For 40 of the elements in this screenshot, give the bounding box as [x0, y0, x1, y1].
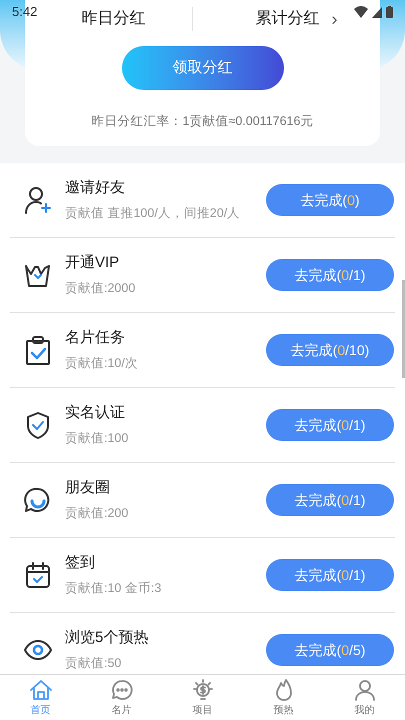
task-title: 实名认证 — [65, 403, 126, 424]
battery-icon — [386, 6, 393, 18]
dividend-rate-text: 昨日分红汇率：1贡献值≈0.00117616元 — [92, 113, 314, 130]
task-reward: 贡献值:10 金币:3 — [65, 580, 162, 597]
person-icon — [352, 678, 376, 702]
chevron-right[interactable]: › — [332, 6, 338, 32]
task-reward: 贡献值 直推100/人，间推20/人 — [65, 204, 242, 222]
signal-icon — [372, 6, 382, 18]
person-add-icon — [22, 185, 52, 215]
tab-item[interactable]: 预热 — [243, 675, 324, 720]
complete-task-button[interactable]: 去完成(0) — [266, 184, 394, 216]
home-icon — [28, 678, 52, 702]
complete-task-button[interactable]: 去完成(0/1) — [266, 259, 394, 291]
total-dividend-label: 累计分红 — [256, 8, 320, 29]
tab-item[interactable]: 项目 — [162, 675, 243, 720]
lightbulb-icon — [190, 678, 214, 702]
task-reward: 贡献值:50 — [65, 654, 122, 672]
task-title: 朋友圈 — [65, 478, 111, 498]
task-reward: 贡献值:10/次 — [65, 354, 139, 372]
tab-item[interactable]: 我的 — [324, 675, 405, 720]
yesterday-dividend-label: 昨日分红 — [80, 9, 146, 29]
claim-dividend-button[interactable]: 领取分红 — [122, 46, 284, 90]
task-title: 签到 — [65, 553, 96, 574]
task-title: 开通VIP — [65, 253, 120, 274]
task-title: 浏览5个预热 — [65, 628, 150, 648]
chat-bubble-icon — [22, 485, 52, 515]
task-reward: 贡献值:2000 — [65, 280, 136, 297]
complete-task-button[interactable]: 去完成(0/1) — [266, 484, 394, 516]
complete-task-button[interactable]: 去完成(0/1) — [266, 559, 394, 591]
complete-task-button[interactable]: 去完成(0/5) — [266, 634, 394, 666]
tab-item[interactable]: 首页 — [0, 675, 81, 720]
task-reward: 贡献值:100 — [65, 430, 130, 447]
task-title: 名片任务 — [65, 328, 126, 348]
task-title: 邀请好友 — [65, 178, 126, 198]
chat-bubble-icon — [110, 678, 134, 702]
complete-task-button[interactable]: 去完成(0/10) — [266, 334, 394, 366]
task-reward: 贡献值:200 — [65, 504, 130, 522]
tab-item[interactable]: 名片 — [81, 675, 162, 720]
complete-task-button[interactable]: 去完成(0/1) — [266, 409, 394, 441]
wifi-icon — [354, 6, 368, 18]
